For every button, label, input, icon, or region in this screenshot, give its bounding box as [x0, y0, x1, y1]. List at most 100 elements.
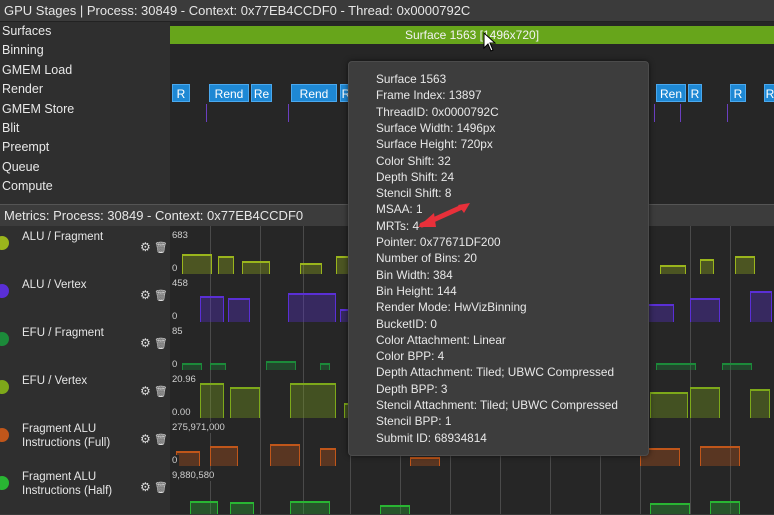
surface-tooltip: Surface 1563 Frame Index: 13897 ThreadID: …: [348, 61, 649, 456]
metric-bar: [230, 387, 260, 418]
metric-bar: [218, 256, 234, 274]
metric-min-label: 0: [170, 359, 180, 370]
gear-icon[interactable]: ⚙: [140, 480, 151, 494]
trash-icon[interactable]: 🗑: [151, 386, 168, 398]
metric-max-label: 85: [170, 326, 185, 337]
metric-name: Fragment ALU Instructions (Half): [22, 471, 113, 497]
tooltip-line: Depth Shift: 24: [376, 169, 455, 184]
metric-row-header: EFU / Fragment ⚙ 🗑: [0, 322, 170, 370]
tooltip-line: Surface Width: 1496px: [376, 120, 496, 135]
tooltip-line: Color Attachment: Linear: [376, 332, 506, 347]
tooltip-line: Depth Attachment: Tiled; UBWC Compressed: [376, 365, 614, 380]
stage-label-render[interactable]: Render: [0, 80, 170, 99]
tooltip-line: Render Mode: HwVizBinning: [376, 300, 527, 315]
grid-line: [690, 418, 691, 466]
grid-line: [260, 370, 261, 418]
metric-bar: [750, 291, 772, 322]
render-chip[interactable]: Rend: [291, 84, 337, 102]
grid-line: [260, 466, 261, 514]
render-chip[interactable]: R: [764, 84, 774, 102]
metric-bar: [710, 500, 740, 514]
metric-bar: [320, 448, 336, 466]
metric-color-swatch-icon: [0, 332, 9, 346]
metric-bar: [290, 382, 336, 418]
metric-min-label: 0: [170, 455, 180, 466]
trash-icon[interactable]: 🗑: [151, 338, 168, 350]
trash-icon[interactable]: 🗑: [151, 242, 168, 254]
stage-label-queue[interactable]: Queue: [0, 158, 170, 177]
stage-labels-panel: Surfaces Binning GMEM Load Render GMEM S…: [0, 22, 170, 204]
metric-max-label: 275,971,000: [170, 422, 227, 433]
grid-line: [550, 466, 551, 514]
metric-bar: [300, 263, 322, 274]
tooltip-line: Stencil BPP: 1: [376, 414, 452, 429]
grid-line: [690, 466, 691, 514]
timeline-tick: [206, 104, 207, 122]
grid-line: [690, 226, 691, 274]
metric-min-label: 0.00: [170, 407, 193, 418]
render-chip[interactable]: Rend: [209, 84, 249, 102]
render-chip[interactable]: R: [688, 84, 702, 102]
trash-icon[interactable]: 🗑: [151, 434, 168, 446]
timeline-tick: [727, 104, 728, 122]
metric-bar: [650, 503, 690, 514]
metric-controls: ⚙ 🗑: [140, 288, 168, 302]
gear-icon[interactable]: ⚙: [140, 240, 151, 254]
metric-max-label: 9,880,580: [170, 470, 217, 481]
timeline-tick: [654, 104, 655, 122]
tooltip-line: Color Shift: 32: [376, 153, 451, 168]
tooltip-line: Depth BPP: 3: [376, 381, 448, 396]
gear-icon[interactable]: ⚙: [140, 384, 151, 398]
gear-icon[interactable]: ⚙: [140, 336, 151, 350]
timeline-tick: [288, 104, 289, 122]
stage-label-compute[interactable]: Compute: [0, 177, 170, 196]
grid-line: [260, 322, 261, 370]
metric-controls: ⚙ 🗑: [140, 240, 168, 254]
tooltip-line: MSAA: 1: [376, 202, 423, 217]
metric-name: ALU / Fragment: [22, 231, 104, 243]
stage-label-surfaces[interactable]: Surfaces: [0, 22, 170, 41]
metric-bar: [210, 363, 226, 370]
metric-row-header: Fragment ALU Instructions (Full) ⚙ 🗑: [0, 418, 170, 466]
stage-label-binning[interactable]: Binning: [0, 41, 170, 60]
metric-name: EFU / Fragment: [22, 327, 104, 339]
gear-icon[interactable]: ⚙: [140, 288, 151, 302]
metric-bar: [320, 363, 330, 370]
gear-icon[interactable]: ⚙: [140, 432, 151, 446]
metric-max-label: 683: [170, 230, 190, 241]
render-chip[interactable]: Re: [251, 84, 272, 102]
metric-bar: [380, 505, 410, 514]
metric-bar: [230, 501, 254, 514]
render-chip[interactable]: R: [730, 84, 746, 102]
render-chip[interactable]: Ren: [656, 84, 686, 102]
metric-row-header: EFU / Vertex ⚙ 🗑: [0, 370, 170, 418]
metric-color-swatch-icon: [0, 428, 9, 442]
grid-line: [600, 466, 601, 514]
metric-controls: ⚙ 🗑: [140, 336, 168, 350]
stage-label-gmem-load[interactable]: GMEM Load: [0, 61, 170, 80]
metric-bar: [182, 363, 202, 370]
surface-bar[interactable]: Surface 1563 [1496x720]: [170, 26, 774, 44]
trash-icon[interactable]: 🗑: [151, 482, 168, 494]
tooltip-line: MRTs: 4: [376, 218, 420, 233]
stage-label-gmem-store[interactable]: GMEM Store: [0, 100, 170, 119]
tooltip-line: Number of Bins: 20: [376, 251, 477, 266]
trash-icon[interactable]: 🗑: [151, 290, 168, 302]
stage-label-preempt[interactable]: Preempt: [0, 138, 170, 157]
stage-label-blit[interactable]: Blit: [0, 119, 170, 138]
tooltip-line: Frame Index: 13897: [376, 88, 482, 103]
metric-controls: ⚙ 🗑: [140, 384, 168, 398]
tooltip-line: Stencil Shift: 8: [376, 186, 452, 201]
grid-line: [730, 274, 731, 322]
metric-color-swatch-icon: [0, 476, 9, 490]
metric-bar: [200, 295, 224, 322]
tooltip-line: BucketID: 0: [376, 316, 437, 331]
metric-bar: [735, 256, 755, 274]
metric-bar: [290, 500, 330, 514]
metric-chart[interactable]: 9,880,580: [170, 466, 774, 514]
metric-color-swatch-icon: [0, 236, 9, 250]
tooltip-line: Color BPP: 4: [376, 349, 445, 364]
mouse-cursor-icon: [483, 32, 497, 52]
render-chip[interactable]: R: [172, 84, 190, 102]
timeline-tick: [680, 104, 681, 122]
